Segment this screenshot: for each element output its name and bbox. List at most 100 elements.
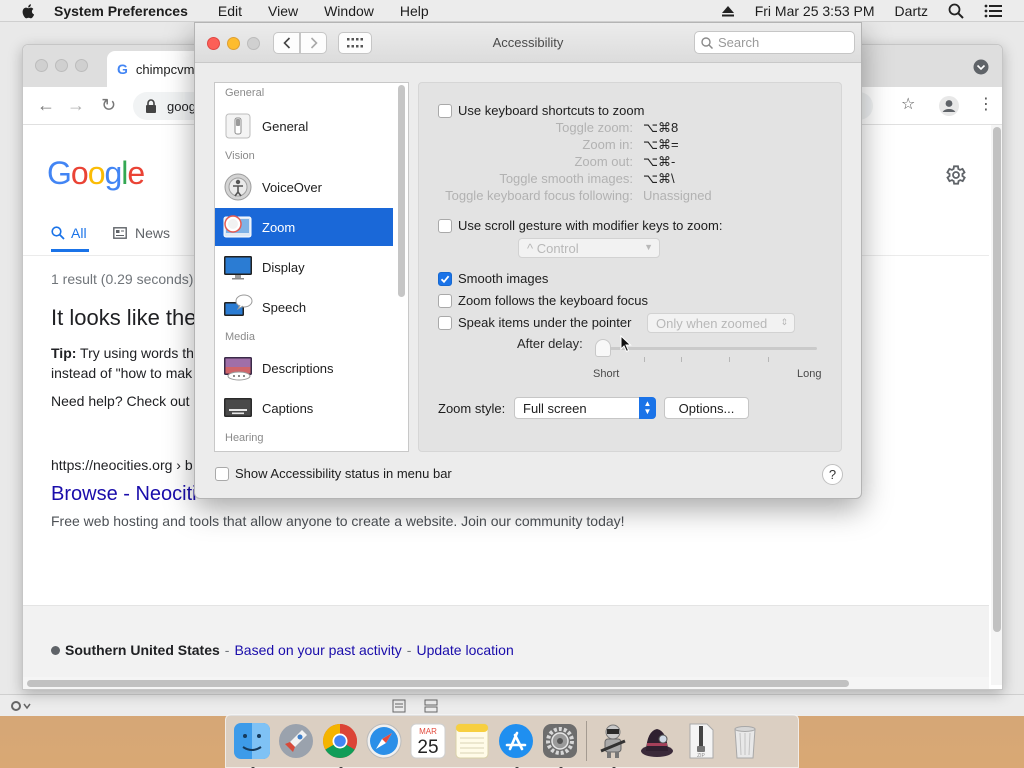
menu-edit[interactable]: Edit	[218, 3, 242, 19]
google-tab-all[interactable]: All	[51, 225, 87, 241]
profile-avatar-icon[interactable]	[939, 96, 959, 116]
forward-arrow-icon[interactable]: →	[67, 95, 85, 116]
speak-items-row[interactable]: Speak items under the pointer	[438, 315, 631, 330]
smooth-images-row[interactable]: Smooth images	[438, 271, 548, 286]
follow-focus-row[interactable]: Zoom follows the keyboard focus	[438, 293, 648, 308]
sidebar-item-display[interactable]: Display	[215, 248, 393, 286]
scrollbar-thumb[interactable]	[27, 680, 849, 687]
after-delay-label: After delay:	[517, 336, 583, 351]
dock-automator[interactable]	[593, 721, 633, 768]
dock-calendar[interactable]: MAR 25	[408, 721, 448, 761]
list-view-icon[interactable]	[392, 699, 406, 713]
page-horizontal-scrollbar[interactable]	[23, 677, 989, 689]
spotlight-search-icon[interactable]	[948, 3, 964, 19]
sidebar-item-label: Display	[262, 259, 305, 275]
eject-icon[interactable]	[721, 4, 735, 18]
calendar-icon: MAR 25	[410, 723, 446, 759]
chrome-close-button[interactable]	[35, 59, 48, 72]
page-vertical-scrollbar[interactable]	[991, 125, 1002, 685]
sidebar-item-zoom[interactable]: Zoom	[215, 208, 393, 246]
google-logo[interactable]: Google	[47, 155, 145, 192]
follow-focus-label: Zoom follows the keyboard focus	[458, 293, 649, 308]
menu-user[interactable]: Dartz	[895, 3, 928, 19]
speak-items-checkbox[interactable]	[438, 315, 452, 330]
sidebar-item-descriptions[interactable]: Descriptions	[215, 349, 393, 387]
chevron-updown-icon: ▲ ▼	[639, 397, 656, 419]
window-titlebar[interactable]: Accessibility	[195, 23, 861, 63]
footer-update-location-link[interactable]: Update location	[416, 642, 513, 658]
column-view-icon[interactable]	[424, 699, 438, 713]
help-button[interactable]: ?	[822, 464, 843, 485]
dock-chrome[interactable]	[320, 721, 360, 768]
sidebar-item-label: Descriptions	[262, 360, 334, 376]
dock-alfred[interactable]	[637, 721, 677, 761]
shortcut-value: ⌥⌘8	[643, 120, 679, 135]
dock-launchpad[interactable]	[276, 721, 316, 761]
result-title-link[interactable]: Browse - Neociti	[51, 483, 197, 506]
scroll-gesture-row[interactable]: Use scroll gesture with modifier keys to…	[438, 218, 722, 233]
status-menu-row[interactable]: Show Accessibility status in menu bar	[215, 466, 452, 481]
shortcut-value: Unassigned	[643, 188, 712, 203]
status-menu-checkbox[interactable]	[215, 466, 229, 481]
sidebar-section-hearing: Hearing	[225, 432, 264, 444]
result-cite-url[interactable]: https://neocities.org › b	[51, 457, 193, 473]
google-footer: Southern United States - Based on your p…	[23, 605, 989, 685]
shortcut-label: Toggle keyboard focus following:	[445, 188, 633, 203]
app-store-icon	[499, 724, 533, 758]
shortcut-value: ⌥⌘\	[643, 171, 675, 186]
google-tab-news[interactable]: News	[113, 225, 170, 241]
dock-safari[interactable]	[364, 721, 404, 761]
active-tab-indicator	[51, 249, 89, 252]
apple-menu-icon[interactable]	[20, 3, 38, 19]
speak-items-mode-popup[interactable]: Only when zoomed ⇕	[647, 313, 795, 333]
delay-long-label: Long	[797, 368, 822, 380]
newspaper-icon	[113, 227, 127, 239]
speak-items-mode-value: Only when zoomed	[656, 315, 768, 331]
keyboard-shortcuts-checkbox[interactable]	[438, 103, 452, 118]
bookmark-star-icon[interactable]: ☆	[901, 94, 915, 114]
notification-center-icon[interactable]	[984, 4, 1002, 18]
menu-app-name[interactable]: System Preferences	[54, 3, 188, 19]
menu-help[interactable]: Help	[400, 3, 429, 19]
google-tab-news-label: News	[135, 225, 171, 241]
action-gear-icon[interactable]	[10, 699, 32, 713]
sidebar-item-general[interactable]: General	[215, 107, 393, 145]
dock-system-preferences[interactable]	[540, 721, 580, 768]
modifier-key-popup[interactable]: ^ Control ▼	[518, 238, 660, 258]
scroll-gesture-checkbox[interactable]	[438, 218, 452, 233]
launchpad-icon	[279, 724, 313, 758]
menu-view[interactable]: View	[268, 3, 298, 19]
tab-search-chevron-icon[interactable]	[973, 59, 989, 75]
chrome-zoom-button[interactable]	[75, 59, 88, 72]
menu-clock[interactable]: Fri Mar 25 3:53 PM	[755, 3, 875, 19]
smooth-images-checkbox[interactable]	[438, 271, 452, 286]
chrome-menu-kebab-icon[interactable]: ⋮	[978, 94, 994, 114]
dock-archive-utility[interactable]: ZIP	[681, 721, 721, 761]
delay-slider-track[interactable]	[602, 347, 817, 350]
dock-notes[interactable]	[452, 721, 492, 761]
dock-trash[interactable]	[725, 721, 765, 761]
accessibility-sidebar[interactable]: General General Vision VoiceOver Zoom Di…	[214, 82, 409, 452]
search-input[interactable]	[718, 35, 838, 50]
zoom-style-popup[interactable]: Full screen ▲ ▼	[514, 397, 656, 419]
trash-icon	[734, 726, 756, 759]
sidebar-item-voiceover[interactable]: VoiceOver	[215, 168, 393, 206]
follow-focus-checkbox[interactable]	[438, 293, 452, 308]
delay-slider-knob[interactable]	[595, 339, 611, 357]
chrome-minimize-button[interactable]	[55, 59, 68, 72]
preferences-search-field[interactable]	[694, 31, 855, 54]
dock-app-store[interactable]	[496, 721, 536, 768]
sidebar-item-captions[interactable]: Captions	[215, 389, 393, 427]
zoom-options-button[interactable]: Options...	[664, 397, 749, 419]
scrollbar-thumb[interactable]	[993, 127, 1001, 632]
back-arrow-icon[interactable]: ←	[37, 95, 55, 116]
sidebar-scrollbar-thumb[interactable]	[398, 85, 405, 297]
keyboard-shortcuts-row[interactable]: Use keyboard shortcuts to zoom	[438, 103, 644, 118]
menu-window[interactable]: Window	[324, 3, 374, 19]
footer-past-activity-link[interactable]: Based on your past activity	[234, 642, 401, 658]
reload-icon[interactable]: ↻	[101, 95, 116, 116]
settings-gear-icon[interactable]	[943, 163, 967, 187]
dock-finder[interactable]	[232, 721, 272, 768]
sidebar-item-speech[interactable]: Speech	[215, 288, 393, 326]
safari-icon	[366, 723, 402, 759]
